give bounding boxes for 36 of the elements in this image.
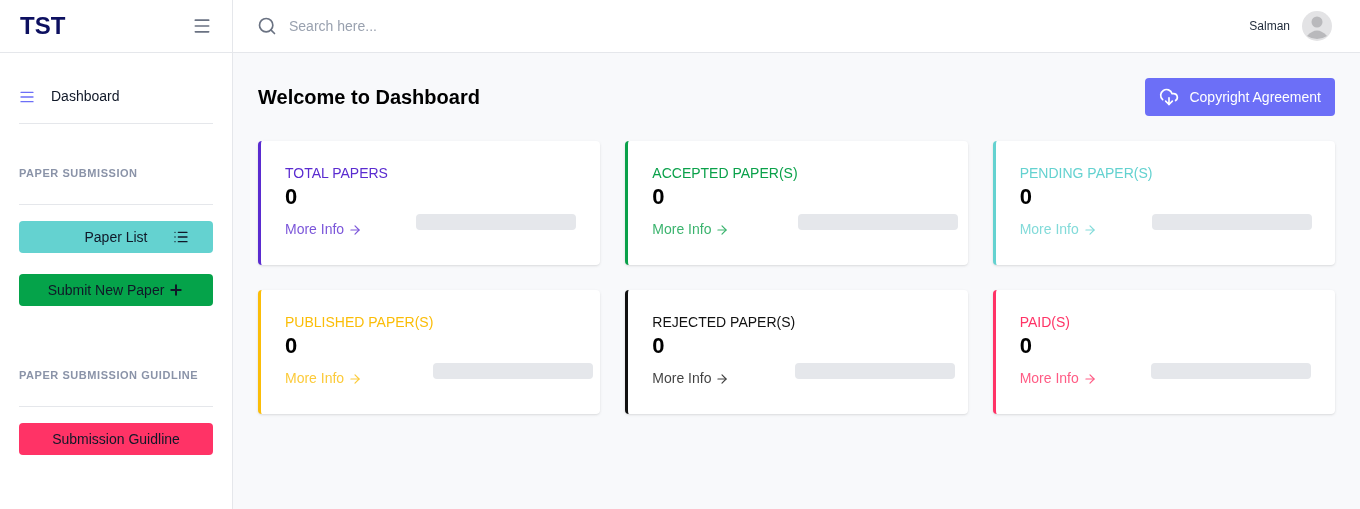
arrow-icon bbox=[1082, 371, 1097, 386]
cloud-download-icon bbox=[1159, 87, 1180, 107]
card-value: 0 bbox=[652, 332, 665, 360]
card-title: PUBLISHED PAPER(S) bbox=[285, 313, 434, 332]
copyright-agreement-button[interactable]: Copyright Agreement bbox=[1145, 78, 1335, 116]
more-info-link[interactable]: More Info bbox=[285, 219, 363, 240]
more-info-link[interactable]: More Info bbox=[652, 368, 730, 389]
card-value: 0 bbox=[285, 332, 298, 360]
card-value: 0 bbox=[1019, 332, 1032, 360]
page-title: Welcome to Dashboard bbox=[258, 85, 480, 110]
arrow-icon bbox=[715, 371, 730, 386]
sidebar-link[interactable]: Dashboard bbox=[51, 86, 120, 107]
section-heading: PAPER SUBMISSION GUIDLINE bbox=[19, 369, 199, 381]
card-title: PAID(S) bbox=[1019, 313, 1070, 332]
list-icon bbox=[173, 229, 189, 245]
card-title: TOTAL PAPERS bbox=[285, 164, 388, 183]
sidebar-button[interactable]: Paper List bbox=[19, 221, 213, 253]
brand-logo: TST bbox=[20, 11, 66, 41]
card-value: 0 bbox=[652, 183, 665, 211]
section-heading: PAPER SUBMISSION bbox=[19, 167, 138, 179]
more-info-link[interactable]: More Info bbox=[1019, 368, 1097, 389]
user-name: Salman bbox=[1249, 18, 1290, 35]
arrow-icon bbox=[348, 222, 363, 237]
arrow-icon bbox=[348, 371, 363, 386]
more-info-link[interactable]: More Info bbox=[652, 219, 730, 240]
card-title: ACCEPTED PAPER(S) bbox=[652, 164, 798, 183]
sidebar-button[interactable]: Submission Guidline bbox=[19, 423, 213, 455]
card-title: PENDING PAPER(S) bbox=[1019, 164, 1153, 183]
card-title: REJECTED PAPER(S) bbox=[652, 313, 796, 332]
card-value: 0 bbox=[285, 183, 298, 211]
search-icon bbox=[257, 16, 277, 36]
card-value: 0 bbox=[1019, 183, 1032, 211]
search-input[interactable]: Search here... bbox=[289, 15, 1238, 37]
menu-icon[interactable] bbox=[192, 16, 212, 36]
sidebar-button[interactable]: Submit New Paper bbox=[19, 274, 213, 306]
arrow-icon bbox=[1082, 222, 1097, 237]
